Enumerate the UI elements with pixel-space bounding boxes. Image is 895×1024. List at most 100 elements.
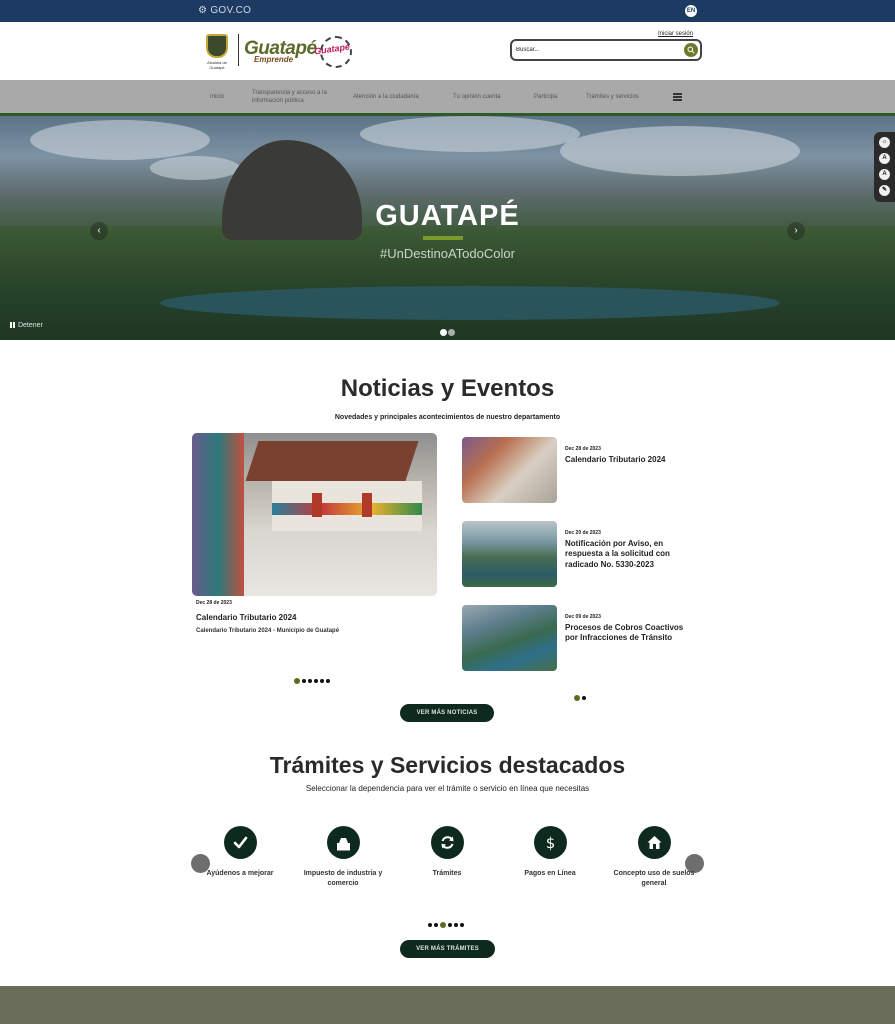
search-button[interactable]	[684, 43, 698, 57]
more-services-button[interactable]: VER MÁS TRÁMITES	[400, 940, 495, 958]
guatape-emprende-logo[interactable]: Guatapé Emprende Guatapé	[244, 36, 358, 68]
pagination-dot[interactable]	[314, 678, 318, 683]
pagination-dot[interactable]	[302, 678, 306, 683]
service-item[interactable]: $ Pagos en Línea	[500, 826, 600, 879]
chat-icon[interactable]: ✎	[879, 185, 890, 196]
featured-news-desc: Calendario Tributario 2024 - Municipio d…	[196, 628, 340, 634]
services-section-title: Trámites y Servicios destacados	[269, 752, 626, 778]
nav-item-tramites[interactable]: Trámites y servicios	[586, 80, 639, 114]
pagination-dot[interactable]	[574, 694, 580, 701]
service-label: Ayúdenos a mejorar	[206, 870, 274, 877]
pagination-dot[interactable]	[294, 677, 300, 684]
stop-label: Detener	[17, 322, 43, 329]
nav-item-opinion[interactable]: Tu opinión cuenta	[453, 80, 500, 114]
door	[312, 493, 322, 517]
building-icon	[336, 838, 350, 851]
news-title[interactable]: Calendario Tributario 2024	[565, 455, 695, 465]
brand-sub: Emprende	[254, 55, 294, 64]
increase-font-icon[interactable]: A	[879, 169, 890, 180]
pagination-dot[interactable]	[454, 922, 458, 927]
nav-item-transparencia[interactable]: Transparencia y acceso a la información …	[252, 80, 336, 114]
pause-icon	[13, 322, 15, 328]
hero-pagination	[440, 323, 456, 340]
cloud	[360, 116, 580, 152]
service-item[interactable]: Trámites	[397, 826, 497, 879]
featured-news-image[interactable]	[192, 433, 437, 596]
hero-tagline: #UnDestinoATodoColor	[380, 246, 515, 261]
services-pagination	[428, 916, 466, 934]
news-thumb[interactable]	[462, 521, 557, 587]
featured-news-date: Dec 28 de 2023	[196, 600, 232, 606]
decrease-font-icon[interactable]: A	[879, 153, 890, 164]
service-label: Concepto uso de suelos general	[613, 870, 695, 887]
service-item[interactable]: Concepto uso de suelos general	[604, 826, 704, 889]
news-thumb[interactable]	[462, 605, 557, 671]
service-label: Pagos en Línea	[524, 870, 576, 877]
carousel-prev-arrow-icon[interactable]: ‹	[90, 222, 108, 240]
service-icon-circle: $	[533, 826, 567, 859]
pagination-dot[interactable]	[448, 922, 452, 927]
cloud	[560, 126, 800, 176]
featured-news-title[interactable]: Calendario Tributario 2024	[196, 613, 296, 623]
site-header: Alcaldía de Guatapé Guatapé Emprende Gua…	[0, 22, 895, 80]
municipal-crest-logo[interactable]: Alcaldía de Guatapé	[200, 34, 234, 70]
hero-title: GUATAPÉ	[375, 200, 520, 232]
search-input[interactable]	[516, 43, 676, 57]
news-date: Dec 28 de 2023	[565, 446, 601, 452]
nav-item-inicio[interactable]: Inicio	[210, 80, 224, 114]
news-title[interactable]: Notificación por Aviso, en respuesta a l…	[565, 539, 690, 570]
home-icon	[647, 836, 661, 849]
gov-co-label: GOV.CO	[210, 5, 252, 16]
dollar-icon: $	[545, 834, 555, 851]
nav-item-participa[interactable]: Participa	[534, 80, 557, 114]
hero-dot[interactable]	[448, 329, 455, 336]
cloud	[30, 120, 210, 160]
pagination-dot[interactable]	[326, 678, 330, 683]
service-label: Impuesto de industria y comercio	[303, 870, 383, 887]
hero-lake	[160, 286, 780, 320]
pagination-dot[interactable]	[428, 922, 432, 927]
roof	[245, 441, 419, 481]
refresh-icon	[441, 836, 453, 849]
pagination-dot[interactable]	[308, 678, 312, 683]
carousel-stop-button[interactable]: Detener	[10, 322, 43, 329]
login-link[interactable]: Iniciar sesión	[658, 31, 693, 37]
service-icon-circle	[326, 826, 360, 859]
hamburger-menu-icon[interactable]	[673, 93, 682, 101]
service-icon-circle	[637, 826, 671, 859]
nav-item-atencion[interactable]: Atención a la ciudadanía	[353, 80, 419, 114]
cloud	[150, 156, 240, 180]
hero-dot[interactable]	[440, 329, 447, 336]
footer	[0, 986, 895, 1024]
news-section-subtitle: Novedades y principales acontecimientos …	[334, 414, 561, 421]
accessibility-toolbar: ☼ A A ✎	[874, 132, 895, 202]
featured-pagination	[294, 672, 332, 690]
door	[362, 493, 372, 517]
more-news-button[interactable]: VER MÁS NOTICIAS	[400, 704, 494, 722]
pagination-dot[interactable]	[434, 922, 438, 927]
search-icon	[687, 46, 695, 54]
pagination-dot[interactable]	[440, 921, 446, 928]
gov-co-logo[interactable]: ⚙ GOV.CO	[198, 5, 251, 16]
news-thumb[interactable]	[462, 437, 557, 503]
news-title[interactable]: Procesos de Cobros Coactivos por Infracc…	[565, 623, 695, 644]
hero-carousel: GUATAPÉ #UnDestinoATodoColor ‹ › Detener	[0, 116, 895, 340]
carousel-next-arrow-icon[interactable]: ›	[787, 222, 805, 240]
shield-icon	[206, 34, 228, 58]
service-item[interactable]: Ayúdenos a mejorar	[190, 826, 290, 879]
news-section-title: Noticias y Eventos	[340, 375, 555, 402]
services-section-subtitle: Seleccionar la dependencia para ver el t…	[305, 784, 590, 793]
service-item[interactable]: Impuesto de industria y comercio	[293, 826, 393, 889]
colorful-wall	[192, 433, 244, 596]
contrast-icon[interactable]: ☼	[879, 137, 890, 148]
check-icon	[233, 836, 247, 849]
pagination-dot[interactable]	[582, 695, 586, 700]
pagination-dot[interactable]	[460, 922, 464, 927]
gov-bar: ⚙ GOV.CO EN	[0, 0, 895, 22]
news-date: Dec 09 de 2023	[565, 614, 601, 620]
pagination-dot[interactable]	[320, 678, 324, 683]
service-icon-circle	[430, 826, 464, 859]
zocalo-band	[272, 503, 422, 515]
news-list-pagination	[574, 689, 588, 707]
language-toggle[interactable]: EN	[685, 5, 697, 17]
